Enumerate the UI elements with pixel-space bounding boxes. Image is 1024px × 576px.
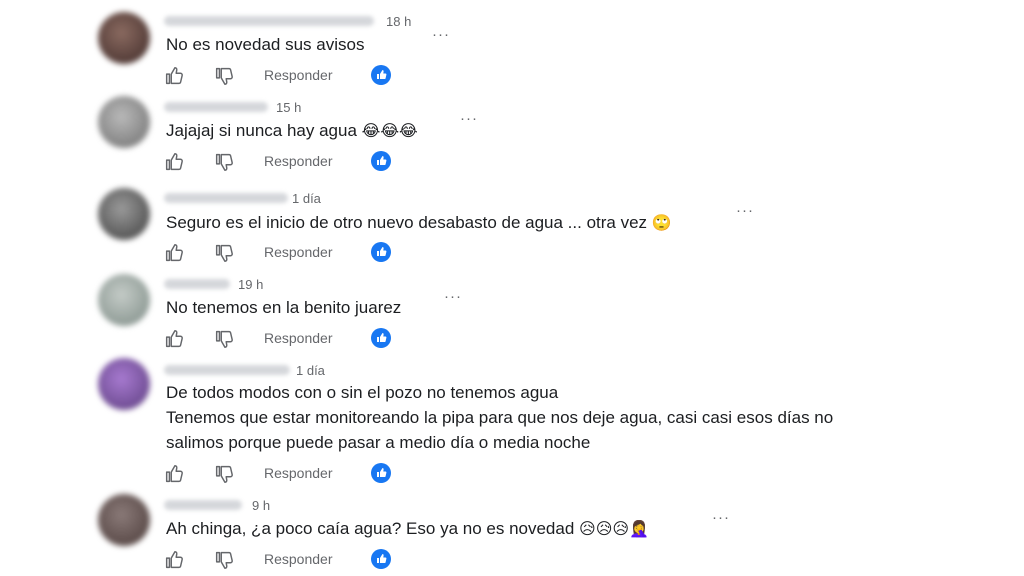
- like-reaction-icon[interactable]: [371, 463, 391, 483]
- like-reaction-icon[interactable]: [371, 242, 391, 262]
- comment-text: Jajajaj si nunca hay agua 😂😂😂: [166, 118, 418, 143]
- author-name-blurred[interactable]: [164, 365, 290, 375]
- comment-time[interactable]: 1 día: [296, 363, 325, 378]
- dislike-icon[interactable]: [213, 65, 235, 87]
- comment-time[interactable]: 15 h: [276, 100, 301, 115]
- reply-button[interactable]: Responder: [264, 330, 333, 346]
- reply-button[interactable]: Responder: [264, 244, 333, 260]
- like-icon[interactable]: [163, 328, 185, 350]
- author-name-blurred[interactable]: [164, 16, 374, 26]
- dislike-icon[interactable]: [213, 328, 235, 350]
- author-name-blurred[interactable]: [164, 279, 230, 289]
- emoji: 😥😥😥🤦‍♀️: [579, 519, 649, 538]
- dislike-icon[interactable]: [213, 242, 235, 264]
- comment-text-line: salimos porque puede pasar a medio día o…: [166, 433, 591, 452]
- emoji: 🙄: [651, 213, 672, 232]
- like-reaction-icon[interactable]: [371, 328, 391, 348]
- reply-button[interactable]: Responder: [264, 551, 333, 567]
- emoji: 😂😂😂: [361, 121, 418, 140]
- like-reaction-icon[interactable]: [371, 151, 391, 171]
- more-options-icon[interactable]: ···: [444, 289, 462, 304]
- comment-text: No tenemos en la benito juarez: [166, 295, 401, 320]
- avatar[interactable]: [98, 274, 150, 326]
- comment-text-line: De todos modos con o sin el pozo no tene…: [166, 383, 559, 402]
- comment-text-line: Seguro es el inicio de otro nuevo desaba…: [166, 213, 648, 232]
- avatar[interactable]: [98, 188, 150, 240]
- comment-text-line: Tenemos que estar monitoreando la pipa p…: [166, 408, 834, 427]
- comment-text: Ah chinga, ¿a poco caía agua? Eso ya no …: [166, 516, 649, 541]
- comment-time[interactable]: 1 día: [292, 191, 321, 206]
- comment-text-line: No tenemos en la benito juarez: [166, 298, 402, 317]
- reply-button[interactable]: Responder: [264, 67, 333, 83]
- avatar[interactable]: [98, 12, 150, 64]
- dislike-icon[interactable]: [213, 549, 235, 571]
- like-icon[interactable]: [163, 549, 185, 571]
- like-reaction-icon[interactable]: [371, 549, 391, 569]
- more-options-icon[interactable]: ···: [432, 27, 450, 42]
- like-reaction-icon[interactable]: [371, 65, 391, 85]
- like-icon[interactable]: [163, 65, 185, 87]
- more-options-icon[interactable]: ···: [736, 203, 754, 218]
- comment-text: De todos modos con o sin el pozo no tene…: [166, 380, 833, 455]
- author-name-blurred[interactable]: [164, 193, 288, 203]
- dislike-icon[interactable]: [213, 151, 235, 173]
- comment-text: Seguro es el inicio de otro nuevo desaba…: [166, 210, 672, 235]
- more-options-icon[interactable]: ···: [460, 111, 478, 126]
- like-icon[interactable]: [163, 151, 185, 173]
- reply-button[interactable]: Responder: [264, 465, 333, 481]
- comment-text-line: Ah chinga, ¿a poco caía agua? Eso ya no …: [166, 519, 575, 538]
- comment-time[interactable]: 19 h: [238, 277, 263, 292]
- comment-time[interactable]: 18 h: [386, 14, 411, 29]
- avatar[interactable]: [98, 494, 150, 546]
- avatar[interactable]: [98, 358, 150, 410]
- author-name-blurred[interactable]: [164, 500, 242, 510]
- more-options-icon[interactable]: ···: [712, 510, 730, 525]
- comment-text-line: Jajajaj si nunca hay agua: [166, 121, 357, 140]
- author-name-blurred[interactable]: [164, 102, 268, 112]
- comment-text-line: No es novedad sus avisos: [166, 35, 365, 54]
- reply-button[interactable]: Responder: [264, 153, 333, 169]
- avatar[interactable]: [98, 96, 150, 148]
- like-icon[interactable]: [163, 463, 185, 485]
- comment-time[interactable]: 9 h: [252, 498, 270, 513]
- comment-text: No es novedad sus avisos: [166, 32, 364, 57]
- dislike-icon[interactable]: [213, 463, 235, 485]
- like-icon[interactable]: [163, 242, 185, 264]
